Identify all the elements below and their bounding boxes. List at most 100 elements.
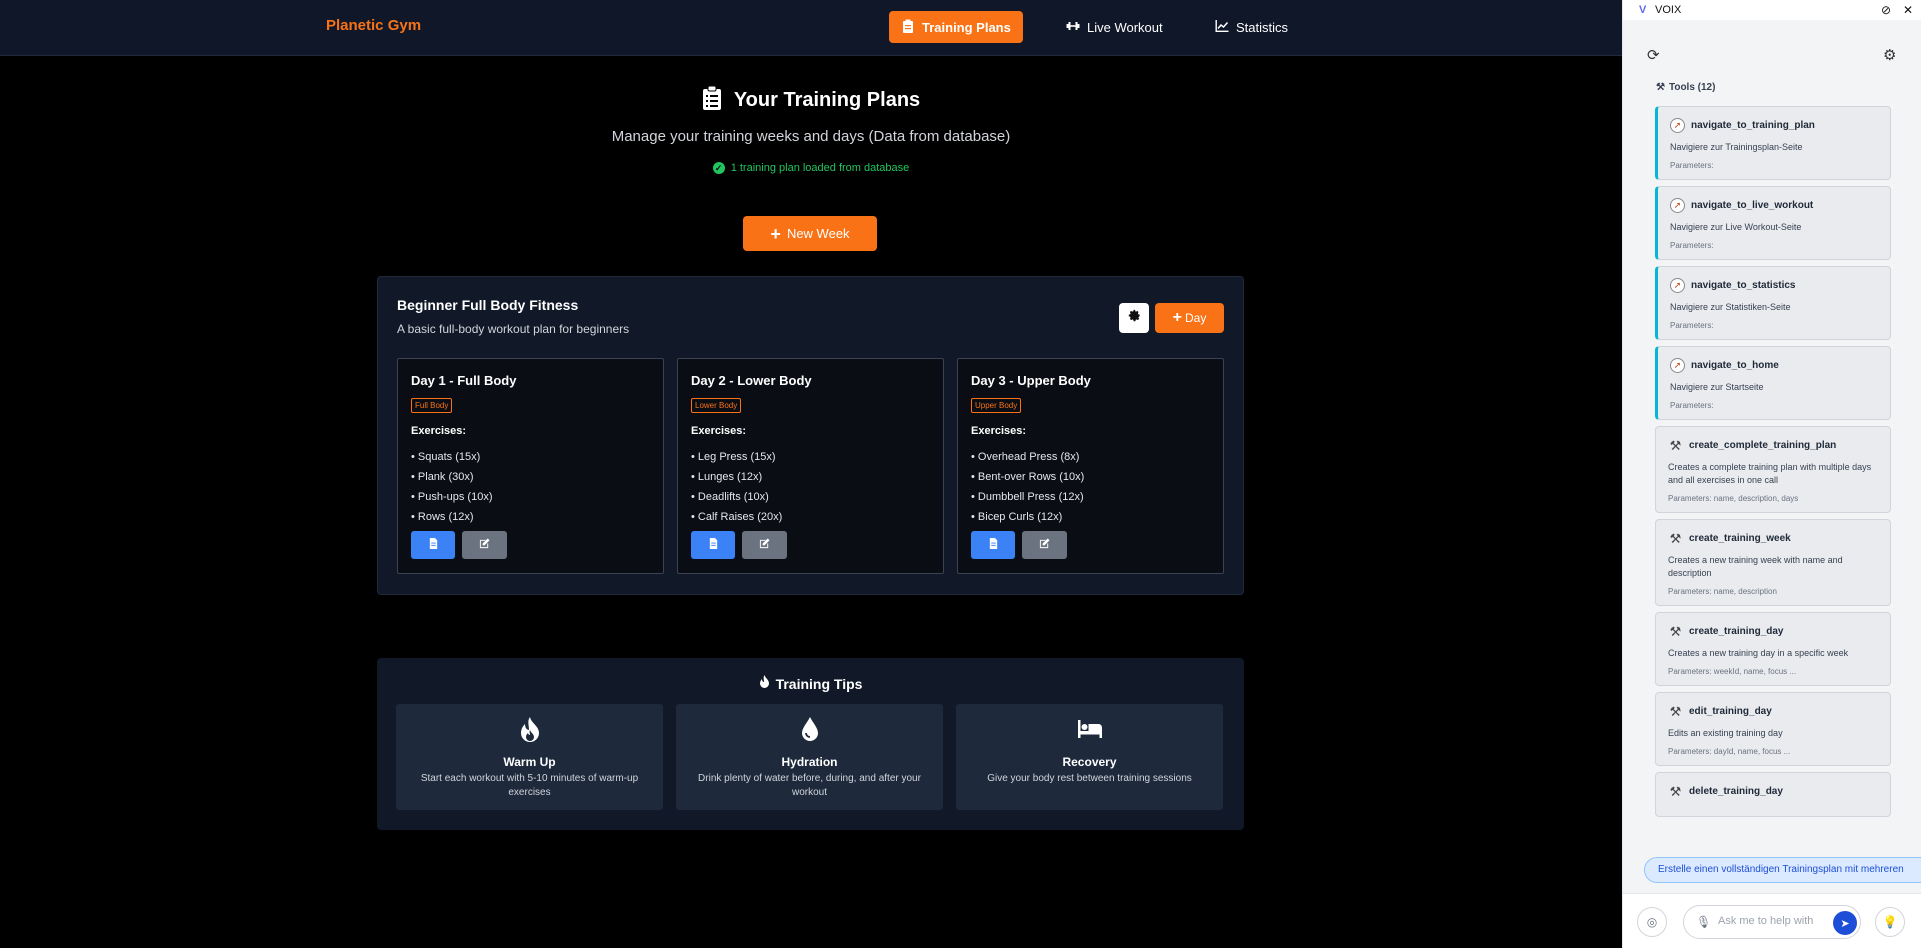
refresh-icon[interactable]: ⟳ <box>1647 46 1660 64</box>
file-pdf-icon <box>988 536 999 554</box>
tool-params: Parameters: name, description, days <box>1668 494 1799 503</box>
export-pdf-button[interactable] <box>971 531 1015 559</box>
tool-card[interactable]: ⚒ create_complete_training_plan Creates a… <box>1655 426 1891 513</box>
voix-title: VOIX <box>1655 4 1682 16</box>
tool-card[interactable]: ⚒ create_training_week Creates a new trai… <box>1655 519 1891 606</box>
focus-badge: Full Body <box>411 398 453 413</box>
send-button[interactable]: ➤ <box>1833 911 1857 935</box>
fire-icon <box>396 716 663 742</box>
compass-icon: ➚ <box>1670 118 1685 133</box>
plan-settings-button[interactable] <box>1119 303 1149 333</box>
app-main: Planetic Gym Training Plans Live Workout… <box>0 0 1622 948</box>
microphone-icon[interactable]: 🎙 <box>1696 915 1711 929</box>
exercise-item: • Calf Raises (20x) <box>691 511 783 523</box>
training-plan-card: Beginner Full Body Fitness A basic full-… <box>377 276 1244 595</box>
exercise-item: • Leg Press (15x) <box>691 451 776 463</box>
tip-text: Start each workout with 5-10 minutes of … <box>420 773 639 798</box>
tool-description: Edits an existing training day <box>1668 728 1783 738</box>
tool-card[interactable]: ➚ navigate_to_home Navigiere zur Startsei… <box>1655 346 1891 420</box>
tools-count: Tools (12) <box>1668 82 1716 93</box>
load-status: ✓ 1 training plan loaded from database <box>0 162 1622 174</box>
lightbulb-icon: 💡 <box>1882 915 1898 929</box>
tools-list[interactable]: ➚ navigate_to_training_plan Navigiere zur… <box>1655 106 1891 841</box>
tool-description: Creates a new training day in a specific… <box>1668 648 1849 658</box>
edit-day-button[interactable] <box>1022 531 1067 559</box>
pin-off-icon[interactable]: ⊘ <box>1881 3 1891 17</box>
tool-card[interactable]: ➚ navigate_to_statistics Navigiere zur St… <box>1655 266 1891 340</box>
export-pdf-button[interactable] <box>411 531 455 559</box>
fire-icon <box>759 675 770 693</box>
compass-icon: ➚ <box>1670 278 1685 293</box>
tip-card: Warm Up Start each workout with 5-10 min… <box>396 704 663 810</box>
ideas-button[interactable]: 💡 <box>1875 907 1905 937</box>
day-card: Day 3 - Upper Body Upper Body Exercises:… <box>957 358 1224 574</box>
suggestion-chip[interactable]: Erstelle einen vollständigen Trainingspl… <box>1644 857 1921 883</box>
day-title: Day 3 - Upper Body <box>971 373 1091 388</box>
status-text: 1 training plan loaded from database <box>730 162 910 174</box>
tip-title: Hydration <box>781 755 838 769</box>
brand-logo[interactable]: Planetic Gym <box>326 17 421 34</box>
voix-logo: V <box>1639 4 1647 16</box>
chat-input[interactable] <box>1718 915 1828 927</box>
voix-panel: V VOIX ⊘ ✕ ⟳ ⚙ ⚒ Tools (12) ➚ navigate_to… <box>1622 0 1921 948</box>
page-title: Your Training Plans <box>733 89 921 111</box>
clipboard-list-icon <box>702 85 722 115</box>
tool-params: Parameters: name, description <box>1668 587 1777 596</box>
nav-training-plans[interactable]: Training Plans <box>889 11 1023 43</box>
file-pdf-icon <box>708 536 719 554</box>
nav-label: Statistics <box>1236 19 1289 35</box>
wrench-icon: ⚒ <box>1669 623 1682 639</box>
nav-statistics[interactable]: Statistics <box>1203 11 1300 43</box>
tool-name: navigate_to_home <box>1691 360 1779 371</box>
tip-card: Recovery Give your body rest between tra… <box>956 704 1223 810</box>
plus-icon: + <box>770 223 781 244</box>
tool-name: navigate_to_statistics <box>1691 280 1796 291</box>
export-pdf-button[interactable] <box>691 531 735 559</box>
send-icon: ➤ <box>1840 917 1850 930</box>
plan-description: A basic full-body workout plan for begin… <box>397 322 630 336</box>
context-button[interactable]: ◎ <box>1637 907 1667 937</box>
tool-card[interactable]: ⚒ delete_training_day <box>1655 772 1891 817</box>
exercise-item: • Rows (12x) <box>411 511 474 523</box>
new-week-button[interactable]: + New Week <box>743 216 877 251</box>
edit-day-button[interactable] <box>462 531 507 559</box>
close-icon[interactable]: ✕ <box>1903 3 1913 17</box>
tool-card[interactable]: ➚ navigate_to_live_workout Navigiere zur … <box>1655 186 1891 260</box>
tip-title: Recovery <box>1062 755 1117 769</box>
nav-live-workout[interactable]: Live Workout <box>1054 11 1175 43</box>
focus-badge: Lower Body <box>691 398 742 413</box>
voix-toolbar: ⟳ ⚙ <box>1623 40 1921 70</box>
tool-description: Navigiere zur Live Workout-Seite <box>1670 222 1802 232</box>
tool-name: create_training_week <box>1689 533 1791 544</box>
nav-label: Live Workout <box>1087 19 1163 35</box>
tool-name: navigate_to_training_plan <box>1691 120 1815 131</box>
day-card: Day 1 - Full Body Full Body Exercises: •… <box>397 358 664 574</box>
add-day-button[interactable]: + Day <box>1155 303 1224 333</box>
water-drop-icon <box>676 716 943 742</box>
compass-icon: ➚ <box>1670 358 1685 373</box>
tool-card[interactable]: ➚ navigate_to_training_plan Navigiere zur… <box>1655 106 1891 180</box>
tool-description: Navigiere zur Statistiken-Seite <box>1670 302 1791 312</box>
edit-day-button[interactable] <box>742 531 787 559</box>
chat-input-pill: 🎙 ➤ <box>1683 905 1861 939</box>
compass-icon: ➚ <box>1670 198 1685 213</box>
exercise-item: • Deadlifts (10x) <box>691 491 769 503</box>
exercise-item: • Bent-over Rows (10x) <box>971 471 1085 483</box>
tips-header: Training Tips <box>377 675 1244 693</box>
tool-params: Parameters: weekId, name, focus ... <box>1668 667 1797 676</box>
tip-text: Give your body rest between training ses… <box>987 773 1192 784</box>
plus-icon: + <box>1172 309 1182 326</box>
tool-name: navigate_to_live_workout <box>1691 200 1814 211</box>
exercises-heading: Exercises: <box>971 425 1027 437</box>
tool-card[interactable]: ⚒ edit_training_day Edits an existing tra… <box>1655 692 1891 766</box>
exercise-list: • Overhead Press (8x) • Bent-over Rows (… <box>971 447 1084 527</box>
voix-header: V VOIX ⊘ ✕ <box>1623 0 1921 20</box>
exercises-heading: Exercises: <box>691 425 747 437</box>
gear-icon[interactable]: ⚙ <box>1883 46 1896 64</box>
tools-heading: ⚒ Tools (12) <box>1656 82 1715 93</box>
edit-icon <box>1039 536 1050 554</box>
exercise-list: • Squats (15x) • Plank (30x) • Push-ups … <box>411 447 493 527</box>
tip-title: Warm Up <box>503 755 556 769</box>
exercise-list: • Leg Press (15x) • Lunges (12x) • Deadl… <box>691 447 782 527</box>
tool-card[interactable]: ⚒ create_training_day Creates a new train… <box>1655 612 1891 686</box>
